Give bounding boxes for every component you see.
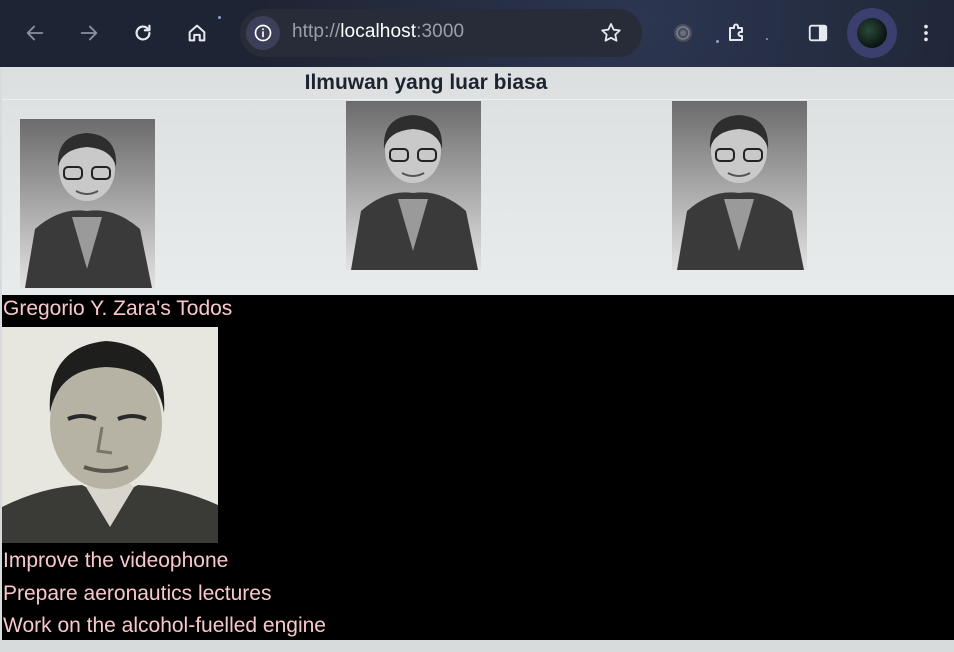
- puzzle-extensions-icon: [729, 23, 743, 41]
- url-port: :3000: [416, 21, 465, 42]
- menu-kebab-icon: [924, 24, 928, 42]
- site-info-button[interactable]: [246, 16, 280, 50]
- avatar-image: [857, 18, 887, 48]
- todo-heading: Gregorio Y. Zara's Todos: [3, 297, 233, 320]
- todo-list: Improve the videophone Prepare aeronauti…: [3, 545, 326, 643]
- bookmark-button[interactable]: [598, 20, 624, 46]
- portrait-image: [672, 101, 807, 270]
- scientist-portrait: [346, 101, 481, 270]
- extensions-menu-button[interactable]: [717, 13, 757, 53]
- profile-avatar[interactable]: [847, 8, 897, 58]
- todo-item: Work on the alcohol-fuelled engine: [3, 614, 326, 637]
- profile-photo-image: [2, 327, 218, 543]
- todo-item: Prepare aeronautics lectures: [3, 581, 272, 605]
- portrait-image: [20, 119, 155, 288]
- scientist-portrait: [672, 101, 807, 270]
- theme-decoration: [766, 38, 768, 40]
- home-icon: [188, 24, 206, 42]
- reload-icon: [135, 24, 151, 41]
- scientist-portrait: [20, 119, 155, 288]
- side-panel-icon: [808, 24, 828, 42]
- extension-button[interactable]: [663, 13, 703, 53]
- theme-decoration: [218, 16, 221, 19]
- site-info-icon: [254, 24, 272, 42]
- profile-photo: [2, 327, 218, 543]
- browser-toolbar: http://localhost:3000: [0, 0, 954, 67]
- url-scheme: http://: [292, 21, 341, 42]
- side-panel-button[interactable]: [798, 13, 838, 53]
- gallery-heading: Ilmuwan yang luar biasa: [304, 71, 548, 94]
- portrait-image: [346, 101, 481, 270]
- address-bar[interactable]: http://localhost:3000: [240, 9, 642, 57]
- browser-menu-button[interactable]: [906, 13, 946, 53]
- extension-icon: [674, 24, 692, 42]
- bookmark-star-icon: [601, 23, 621, 42]
- forward-icon: [80, 25, 98, 41]
- back-button[interactable]: [15, 13, 55, 53]
- home-button[interactable]: [177, 13, 217, 53]
- todo-item: Improve the videophone: [3, 549, 229, 572]
- reload-button[interactable]: [123, 13, 163, 53]
- todo-section: Gregorio Y. Zara's Todos Improve the vid…: [2, 295, 954, 640]
- back-icon: [26, 25, 44, 41]
- url-text: http://localhost:3000: [292, 21, 464, 43]
- url-host: localhost: [340, 21, 417, 42]
- divider: [2, 99, 954, 100]
- forward-button[interactable]: [69, 13, 109, 53]
- page-content: Ilmuwan yang luar biasa Gregorio Y. Zara…: [2, 67, 954, 652]
- gallery-section: Ilmuwan yang luar biasa: [2, 67, 954, 295]
